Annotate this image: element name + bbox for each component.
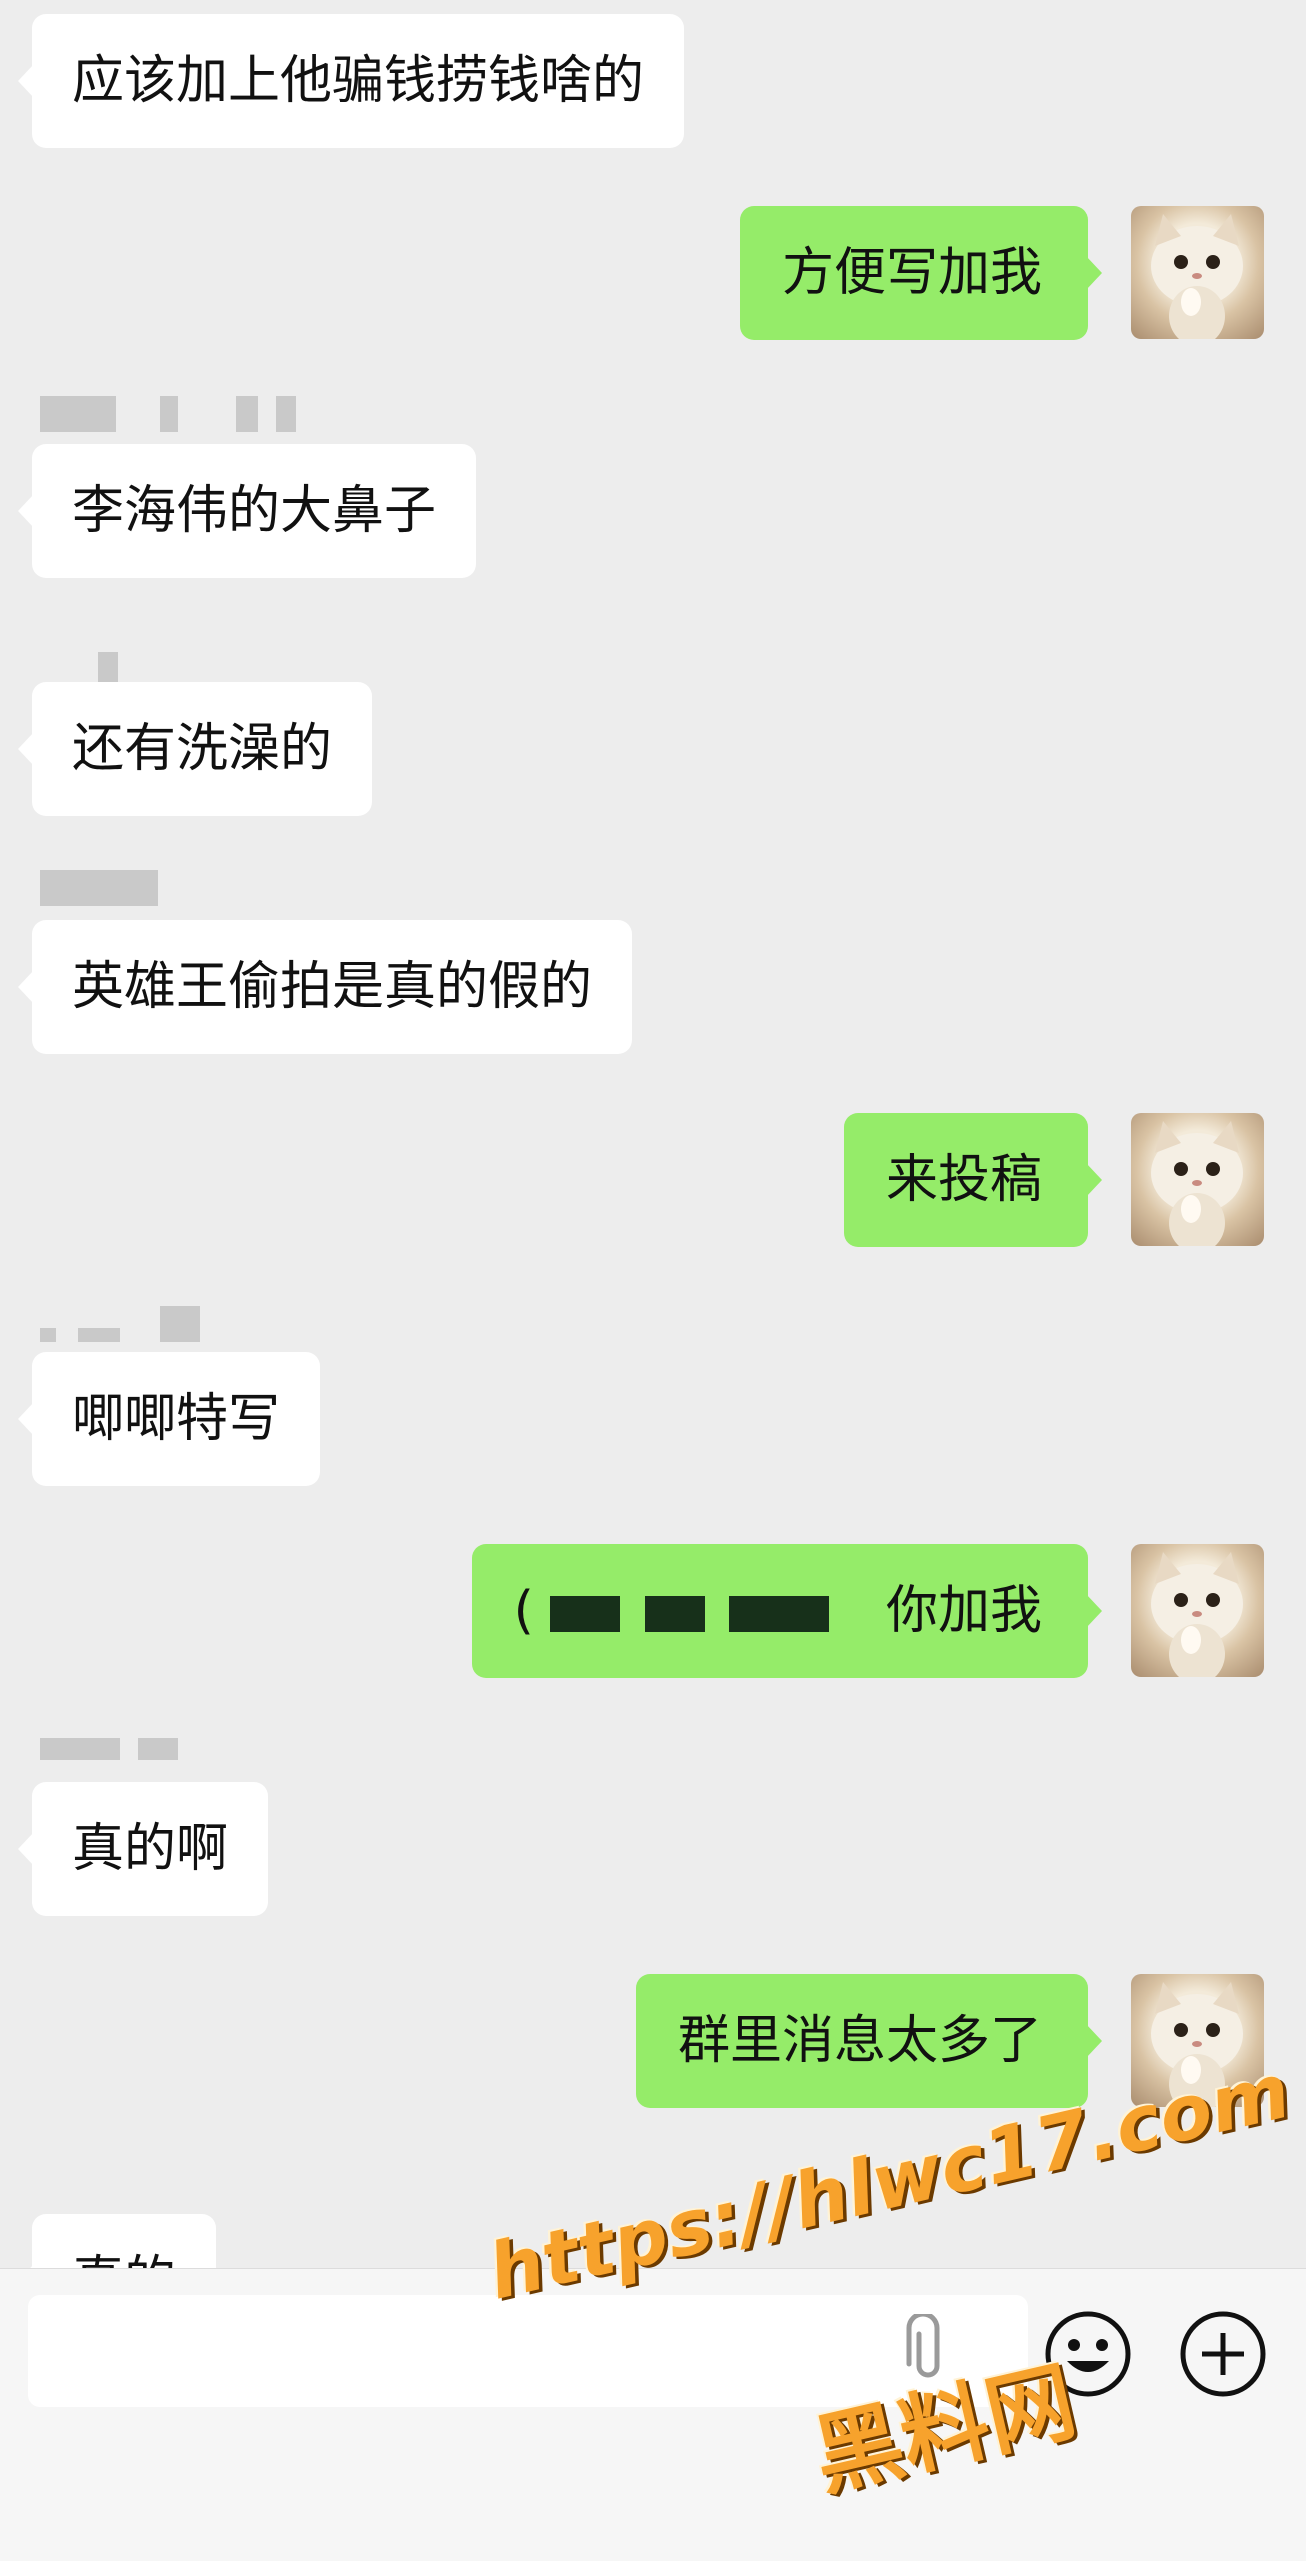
message-bubble-outgoing[interactable]: ( 你加我	[471, 1544, 1103, 1678]
message-text: 群里消息太多了	[677, 2011, 1042, 2071]
message-text: 应该加上他骗钱捞钱啥的	[72, 51, 645, 111]
message-bubble-incoming[interactable]: 英雄王偷拍是真的假的	[17, 920, 633, 1054]
message-bubble-incoming[interactable]: 还有洗澡的	[17, 682, 373, 816]
redacted-id	[729, 1596, 830, 1632]
cat-avatar-icon	[1151, 214, 1243, 339]
message-text: 你加我	[885, 1581, 1042, 1641]
chat-area[interactable]: 应该加上他骗钱捞钱啥的 方便写加我 李海伟的大鼻子 还有洗澡的 英雄王偷拍是真的…	[0, 0, 1306, 2268]
message-text: 真的	[72, 2251, 176, 2268]
message-bubble-outgoing[interactable]: 群里消息太多了	[635, 1974, 1103, 2108]
message-bubble-incoming[interactable]: 真的	[17, 2214, 217, 2268]
message-bubble-incoming[interactable]: 李海伟的大鼻子	[17, 444, 477, 578]
redacted-id	[644, 1596, 705, 1632]
message-prefix: (	[513, 1581, 534, 1641]
message-text: 李海伟的大鼻子	[72, 481, 437, 541]
message-bubble-incoming[interactable]: 应该加上他骗钱捞钱啥的	[17, 14, 685, 148]
message-text: 还有洗澡的	[72, 719, 333, 779]
avatar[interactable]	[1131, 1544, 1264, 1677]
input-bar	[0, 2268, 1306, 2561]
redacted-id	[550, 1596, 621, 1632]
avatar[interactable]	[1131, 1113, 1264, 1246]
message-text: 唧唧特写	[72, 1389, 281, 1449]
message-bubble-outgoing[interactable]: 来投稿	[843, 1113, 1103, 1247]
cat-avatar-icon	[1151, 1121, 1243, 1246]
plus-icon[interactable]	[1178, 2309, 1268, 2399]
message-bubble-incoming[interactable]: 真的啊	[17, 1782, 269, 1916]
message-text: 英雄王偷拍是真的假的	[72, 957, 593, 1017]
avatar[interactable]	[1131, 206, 1264, 339]
message-bubble-incoming[interactable]: 唧唧特写	[17, 1352, 321, 1486]
message-bubble-outgoing[interactable]: 方便写加我	[739, 206, 1103, 340]
message-text: 方便写加我	[781, 243, 1042, 303]
cat-avatar-icon	[1151, 1552, 1243, 1677]
message-text: 真的啊	[72, 1819, 229, 1879]
message-text: 来投稿	[885, 1150, 1042, 1210]
